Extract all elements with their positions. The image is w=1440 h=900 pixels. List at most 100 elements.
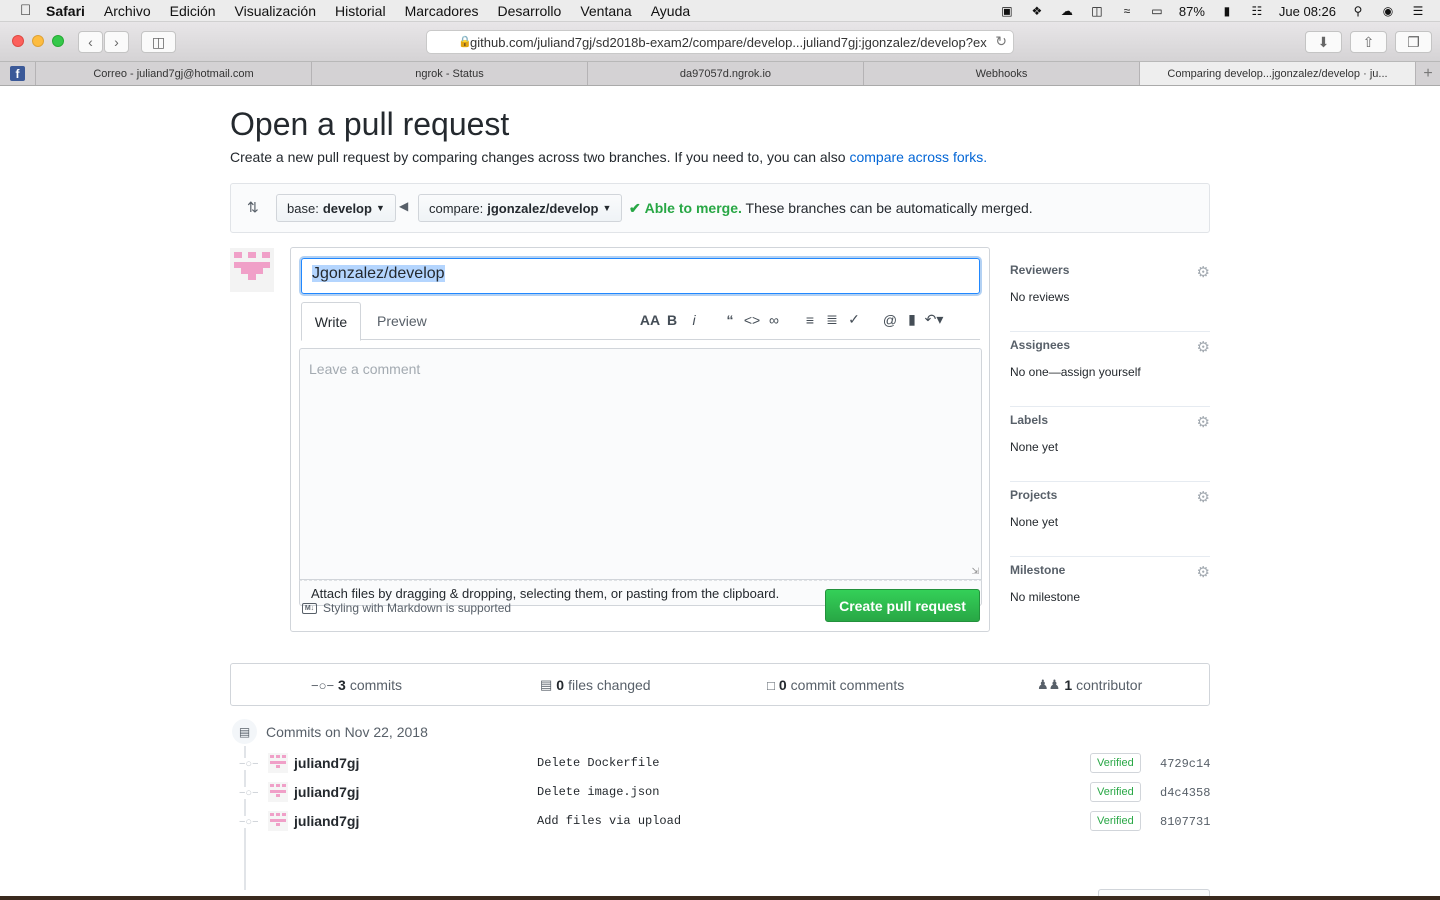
tab-write[interactable]: Write xyxy=(301,302,361,341)
mention-icon[interactable]: @ xyxy=(879,312,901,328)
apple-menu-icon[interactable]:  xyxy=(0,2,31,19)
assignees-value[interactable]: No one—assign yourself xyxy=(1010,365,1141,379)
header-text-icon[interactable]: AA xyxy=(639,312,661,328)
code-icon[interactable]: <> xyxy=(741,312,763,328)
commit-sha[interactable]: 4729c14 xyxy=(1160,757,1210,771)
task-list-icon[interactable]: ✓ xyxy=(843,311,865,328)
docker-icon[interactable]: ▣ xyxy=(999,4,1015,18)
commit-author[interactable]: juliand7gj xyxy=(294,784,359,800)
merge-status: ✔ Able to merge. These branches can be a… xyxy=(629,200,1033,217)
ordered-list-icon[interactable]: ≣ xyxy=(821,311,843,328)
tab-preview[interactable]: Preview xyxy=(377,313,427,329)
files-changed-tab[interactable]: ▤ 0 files changed xyxy=(540,677,651,693)
commit-message[interactable]: Delete Dockerfile xyxy=(537,756,659,770)
clock[interactable]: Jue 08:26 xyxy=(1279,4,1336,19)
fullscreen-window-button[interactable] xyxy=(52,35,64,47)
siri-icon[interactable]: ◉ xyxy=(1380,4,1396,18)
notification-center-icon[interactable]: ☰ xyxy=(1410,4,1426,18)
gear-icon[interactable]: ⚙ xyxy=(1197,338,1210,356)
tab-comparing[interactable]: Comparing develop...jgonzalez/develop · … xyxy=(1140,62,1416,85)
battery-percent[interactable]: 87% xyxy=(1179,4,1205,19)
markdown-note[interactable]: M↓ Styling with Markdown is supported xyxy=(302,601,511,615)
commit-author[interactable]: juliand7gj xyxy=(294,755,359,771)
reload-icon[interactable]: ↻ xyxy=(995,33,1007,50)
commit-avatar[interactable] xyxy=(268,753,288,773)
milestone-heading[interactable]: Milestone xyxy=(1010,563,1065,577)
menu-marcadores[interactable]: Marcadores xyxy=(405,3,479,19)
bookmark-icon[interactable]: ▮ xyxy=(901,311,923,328)
new-tab-button[interactable]: + xyxy=(1416,62,1440,85)
tab-correo[interactable]: Correo - juliand7gj@hotmail.com xyxy=(36,62,312,85)
menu-archivo[interactable]: Archivo xyxy=(104,3,151,19)
gear-icon[interactable]: ⚙ xyxy=(1197,263,1210,281)
menu-ventana[interactable]: Ventana xyxy=(580,3,631,19)
tab-pinned-facebook[interactable]: f xyxy=(0,62,36,85)
commit-avatar[interactable] xyxy=(268,811,288,831)
base-branch-select[interactable]: base: develop ▼ xyxy=(276,194,396,222)
commits-count: 3 xyxy=(338,677,346,693)
keyboard-input-icon[interactable]: ☷ xyxy=(1249,4,1265,18)
gear-icon[interactable]: ⚙ xyxy=(1197,413,1210,431)
markdown-note-text: Styling with Markdown is supported xyxy=(323,601,512,615)
contributors-tab[interactable]: ♟♟ 1 contributor xyxy=(1037,677,1142,693)
share-button[interactable]: ⇧ xyxy=(1350,31,1387,53)
menu-visualizacion[interactable]: Visualización xyxy=(235,3,316,19)
pr-title-input[interactable]: Jgonzalez/develop xyxy=(301,258,980,294)
commit-message[interactable]: Add files via upload xyxy=(537,814,681,828)
unordered-list-icon[interactable]: ≡ xyxy=(799,312,821,328)
menu-safari[interactable]: Safari xyxy=(46,3,85,19)
gear-icon[interactable]: ⚙ xyxy=(1197,563,1210,581)
commit-sha[interactable]: d4c4358 xyxy=(1160,786,1210,800)
bold-icon[interactable]: B xyxy=(661,312,683,328)
tab-ngrok-io[interactable]: da97057d.ngrok.io xyxy=(588,62,864,85)
gear-icon[interactable]: ⚙ xyxy=(1197,488,1210,506)
commit-message[interactable]: Delete image.json xyxy=(537,785,659,799)
verified-badge[interactable]: Verified xyxy=(1090,753,1141,773)
verified-badge[interactable]: Verified xyxy=(1090,782,1141,802)
sidebar-toggle-button[interactable]: ◫ xyxy=(141,31,176,53)
assignees-heading[interactable]: Assignees xyxy=(1010,338,1070,352)
show-tabs-button[interactable]: ❐ xyxy=(1395,31,1432,53)
commits-tab[interactable]: −○− 3 commits xyxy=(311,677,402,693)
compare-across-forks-link[interactable]: compare across forks. xyxy=(849,149,987,165)
commit-author[interactable]: juliand7gj xyxy=(294,813,359,829)
tab-webhooks[interactable]: Webhooks xyxy=(864,62,1140,85)
wifi-icon[interactable]: ≈ xyxy=(1119,4,1135,18)
comment-textarea[interactable]: Leave a comment ⇲ xyxy=(299,348,982,580)
downloads-button[interactable]: ⬇ xyxy=(1305,31,1342,53)
dropbox-icon[interactable]: ❖ xyxy=(1029,4,1045,18)
window-icon[interactable]: ◫ xyxy=(1089,4,1105,18)
menu-edicion[interactable]: Edición xyxy=(170,3,216,19)
reply-icon[interactable]: ↶▾ xyxy=(923,311,945,328)
menu-ayuda[interactable]: Ayuda xyxy=(651,3,690,19)
git-commit-group-icon: ▤ xyxy=(230,717,259,746)
italic-icon[interactable]: i xyxy=(683,312,705,328)
avatar[interactable] xyxy=(230,248,274,292)
battery-icon[interactable]: ▮ xyxy=(1219,4,1235,18)
menu-desarrollo[interactable]: Desarrollo xyxy=(498,3,562,19)
address-bar[interactable]: 🔒 github.com/juliand7gj/sd2018b-exam2/co… xyxy=(426,30,1014,54)
create-pull-request-button[interactable]: Create pull request xyxy=(825,589,980,622)
git-compare-icon[interactable]: ⇅ xyxy=(247,199,259,216)
minimize-window-button[interactable] xyxy=(32,35,44,47)
close-window-button[interactable] xyxy=(12,35,24,47)
commit-avatar[interactable] xyxy=(268,782,288,802)
verified-badge[interactable]: Verified xyxy=(1090,811,1141,831)
forward-button[interactable]: › xyxy=(104,31,129,53)
menu-historial[interactable]: Historial xyxy=(335,3,386,19)
quote-icon[interactable]: “ xyxy=(719,312,741,328)
spotlight-search-icon[interactable]: ⚲ xyxy=(1350,4,1366,18)
projects-heading[interactable]: Projects xyxy=(1010,488,1057,502)
airplay-icon[interactable]: ▭ xyxy=(1149,4,1165,18)
back-button[interactable]: ‹ xyxy=(78,31,103,53)
commit-comments-tab[interactable]: □ 0 commit comments xyxy=(767,677,904,693)
link-icon[interactable]: ∞ xyxy=(763,312,785,328)
labels-heading[interactable]: Labels xyxy=(1010,413,1048,427)
commit-sha[interactable]: 8107731 xyxy=(1160,815,1210,829)
resize-handle-icon[interactable]: ⇲ xyxy=(971,566,979,577)
compare-branch-select[interactable]: compare: jgonzalez/develop ▼ xyxy=(418,194,623,222)
reviewers-heading[interactable]: Reviewers xyxy=(1010,263,1069,277)
partially-visible-button[interactable] xyxy=(1098,889,1210,896)
cloud-icon[interactable]: ☁ xyxy=(1059,4,1075,18)
tab-ngrok-status[interactable]: ngrok - Status xyxy=(312,62,588,85)
